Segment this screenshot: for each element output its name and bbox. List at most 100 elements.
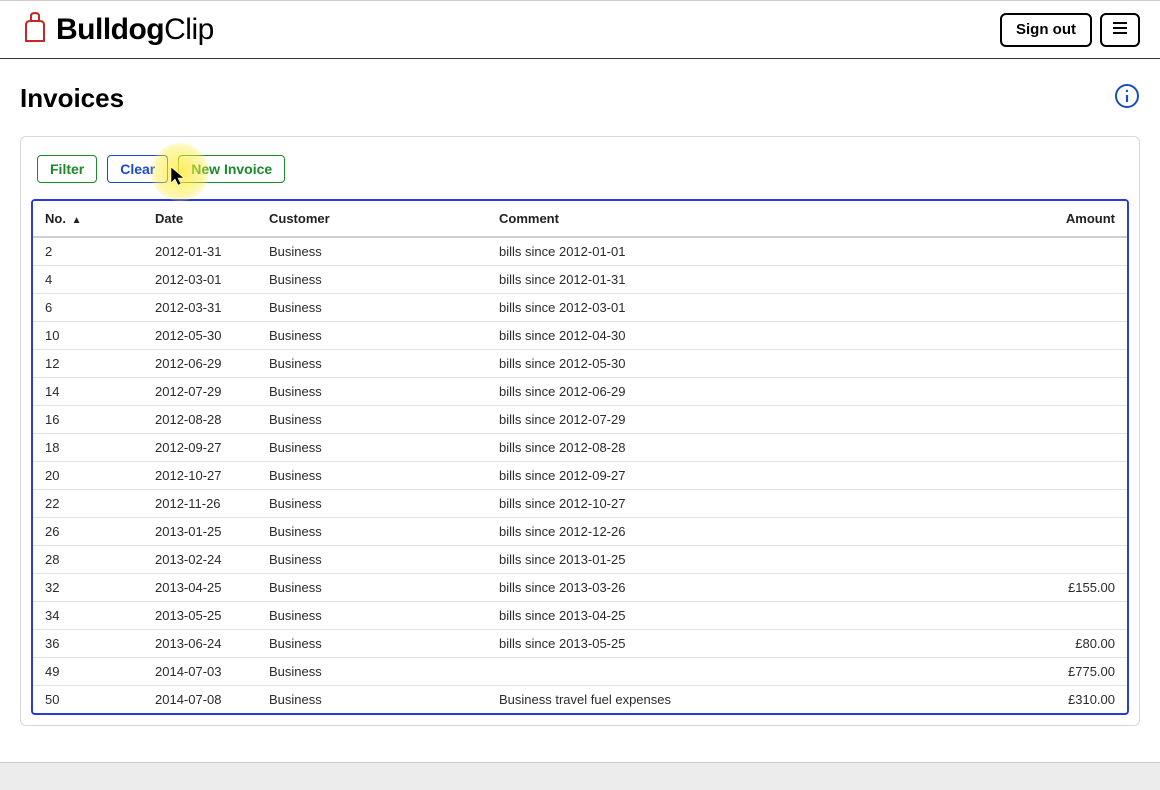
cell-customer: Business xyxy=(257,462,487,490)
cell-no: 2 xyxy=(33,237,143,266)
col-header-date[interactable]: Date xyxy=(143,201,257,237)
cell-comment: bills since 2012-08-28 xyxy=(487,434,1007,462)
cell-customer: Business xyxy=(257,434,487,462)
toolbar: Filter Clear New Invoice xyxy=(21,155,1139,193)
cell-amount xyxy=(1007,350,1127,378)
cell-no: 4 xyxy=(33,266,143,294)
cell-amount xyxy=(1007,490,1127,518)
cell-date: 2012-06-29 xyxy=(143,350,257,378)
filter-button[interactable]: Filter xyxy=(37,155,97,183)
cell-comment: bills since 2012-01-31 xyxy=(487,266,1007,294)
cell-customer: Business xyxy=(257,602,487,630)
table-row[interactable]: 142012-07-29Businessbills since 2012-06-… xyxy=(33,378,1127,406)
col-header-no[interactable]: No. ▲ xyxy=(33,201,143,237)
cell-amount xyxy=(1007,462,1127,490)
table-row[interactable]: 162012-08-28Businessbills since 2012-07-… xyxy=(33,406,1127,434)
cell-date: 2013-01-25 xyxy=(143,518,257,546)
topbar-actions: Sign out xyxy=(1000,13,1140,47)
cell-comment: bills since 2012-09-27 xyxy=(487,462,1007,490)
cell-no: 49 xyxy=(33,658,143,686)
cell-amount xyxy=(1007,406,1127,434)
table-row[interactable]: 322013-04-25Businessbills since 2013-03-… xyxy=(33,574,1127,602)
menu-icon xyxy=(1112,21,1128,39)
cell-customer: Business xyxy=(257,350,487,378)
page-header: Invoices xyxy=(20,83,1140,114)
col-header-no-label: No. xyxy=(45,211,66,226)
app-name: BulldogClip xyxy=(56,13,214,47)
cell-date: 2013-05-25 xyxy=(143,602,257,630)
invoices-panel: Filter Clear New Invoice No. ▲ Date Cust… xyxy=(20,136,1140,726)
table-row[interactable]: 42012-03-01Businessbills since 2012-01-3… xyxy=(33,266,1127,294)
table-row[interactable]: 502014-07-08BusinessBusiness travel fuel… xyxy=(33,686,1127,714)
cell-date: 2012-07-29 xyxy=(143,378,257,406)
cell-amount: £155.00 xyxy=(1007,574,1127,602)
cell-amount xyxy=(1007,434,1127,462)
cell-customer: Business xyxy=(257,294,487,322)
cell-customer: Business xyxy=(257,406,487,434)
table-row[interactable]: 202012-10-27Businessbills since 2012-09-… xyxy=(33,462,1127,490)
info-icon[interactable] xyxy=(1114,83,1140,114)
table-row[interactable]: 362013-06-24Businessbills since 2013-05-… xyxy=(33,630,1127,658)
table-row[interactable]: 342013-05-25Businessbills since 2013-04-… xyxy=(33,602,1127,630)
invoices-table-wrap: No. ▲ Date Customer Comment Amount 22012… xyxy=(31,199,1129,715)
table-row[interactable]: 22012-01-31Businessbills since 2012-01-0… xyxy=(33,237,1127,266)
cell-customer: Business xyxy=(257,490,487,518)
signout-button[interactable]: Sign out xyxy=(1000,13,1092,47)
cell-comment: bills since 2013-03-26 xyxy=(487,574,1007,602)
cell-comment: bills since 2013-01-25 xyxy=(487,546,1007,574)
new-invoice-button[interactable]: New Invoice xyxy=(178,155,285,183)
cell-customer: Business xyxy=(257,546,487,574)
cell-date: 2012-03-01 xyxy=(143,266,257,294)
table-row[interactable]: 282013-02-24Businessbills since 2013-01-… xyxy=(33,546,1127,574)
table-row[interactable]: 222012-11-26Businessbills since 2012-10-… xyxy=(33,490,1127,518)
cell-date: 2012-01-31 xyxy=(143,237,257,266)
cell-date: 2012-09-27 xyxy=(143,434,257,462)
page-title: Invoices xyxy=(20,83,124,114)
cell-no: 18 xyxy=(33,434,143,462)
cell-customer: Business xyxy=(257,378,487,406)
cell-amount xyxy=(1007,294,1127,322)
cell-customer: Business xyxy=(257,266,487,294)
cell-no: 26 xyxy=(33,518,143,546)
table-row[interactable]: 492014-07-03Business£775.00 xyxy=(33,658,1127,686)
cell-customer: Business xyxy=(257,518,487,546)
cell-comment: bills since 2012-06-29 xyxy=(487,378,1007,406)
app-logo[interactable]: BulldogClip xyxy=(20,11,214,48)
clear-button[interactable]: Clear xyxy=(107,155,168,183)
col-header-amount[interactable]: Amount xyxy=(1007,201,1127,237)
cell-no: 20 xyxy=(33,462,143,490)
cell-date: 2013-06-24 xyxy=(143,630,257,658)
cell-comment: Business travel fuel expenses xyxy=(487,686,1007,714)
footer-bar xyxy=(0,762,1160,790)
cell-comment: bills since 2012-07-29 xyxy=(487,406,1007,434)
sort-asc-icon: ▲ xyxy=(72,215,82,226)
cell-comment: bills since 2013-05-25 xyxy=(487,630,1007,658)
cell-no: 12 xyxy=(33,350,143,378)
topbar: BulldogClip Sign out xyxy=(0,0,1160,59)
col-header-customer[interactable]: Customer xyxy=(257,201,487,237)
cell-comment: bills since 2013-04-25 xyxy=(487,602,1007,630)
cell-date: 2012-03-31 xyxy=(143,294,257,322)
menu-button[interactable] xyxy=(1100,13,1140,47)
cell-customer: Business xyxy=(257,630,487,658)
cell-date: 2013-02-24 xyxy=(143,546,257,574)
table-row[interactable]: 122012-06-29Businessbills since 2012-05-… xyxy=(33,350,1127,378)
cell-comment: bills since 2012-12-26 xyxy=(487,518,1007,546)
cell-comment: bills since 2012-01-01 xyxy=(487,237,1007,266)
bulldog-clip-icon xyxy=(20,11,50,48)
cell-customer: Business xyxy=(257,574,487,602)
table-row[interactable]: 62012-03-31Businessbills since 2012-03-0… xyxy=(33,294,1127,322)
col-header-comment[interactable]: Comment xyxy=(487,201,1007,237)
cell-no: 32 xyxy=(33,574,143,602)
cell-no: 28 xyxy=(33,546,143,574)
table-row[interactable]: 102012-05-30Businessbills since 2012-04-… xyxy=(33,322,1127,350)
table-row[interactable]: 182012-09-27Businessbills since 2012-08-… xyxy=(33,434,1127,462)
cell-customer: Business xyxy=(257,658,487,686)
cell-amount xyxy=(1007,237,1127,266)
cell-amount: £775.00 xyxy=(1007,658,1127,686)
cell-date: 2012-10-27 xyxy=(143,462,257,490)
cell-amount xyxy=(1007,602,1127,630)
cell-no: 16 xyxy=(33,406,143,434)
table-row[interactable]: 262013-01-25Businessbills since 2012-12-… xyxy=(33,518,1127,546)
cell-comment: bills since 2012-03-01 xyxy=(487,294,1007,322)
